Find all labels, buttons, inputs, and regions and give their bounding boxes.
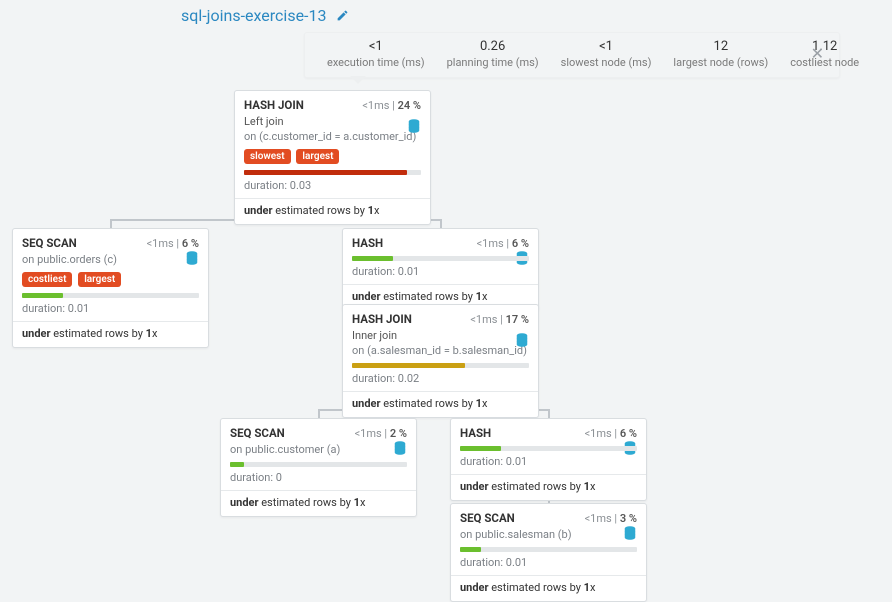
node-stats: <1ms | 6 % bbox=[147, 237, 199, 250]
edit-icon[interactable] bbox=[336, 7, 349, 26]
title-text: sql-joins-exercise-13 bbox=[181, 6, 326, 25]
tag-largest: largest bbox=[296, 149, 339, 164]
node-name: HASH JOIN bbox=[352, 312, 412, 326]
node-hash-join-2[interactable]: HASH JOIN <1ms | 17 % Inner join on (a.s… bbox=[342, 304, 539, 418]
summary-pointer bbox=[350, 76, 366, 84]
node-condition: on (a.salesman_id = b.salesman_id) bbox=[352, 344, 529, 357]
node-stats: <1ms | 17 % bbox=[470, 313, 529, 326]
database-icon[interactable] bbox=[186, 251, 198, 268]
duration-bar bbox=[352, 256, 529, 261]
node-name: HASH bbox=[460, 426, 491, 440]
duration-bar bbox=[244, 170, 421, 175]
node-seq-scan-salesman[interactable]: SEQ SCAN <1ms | 3 % on public.salesman (… bbox=[450, 503, 647, 602]
node-name: SEQ SCAN bbox=[22, 236, 77, 250]
row-estimate: under estimated rows by 1x bbox=[22, 327, 199, 340]
tag-slowest: slowest bbox=[244, 149, 291, 164]
summary-bar: <1 execution time (ms) 0.26 planning tim… bbox=[304, 32, 840, 78]
duration-text: duration: 0.02 bbox=[352, 372, 529, 385]
node-tags: costliest largest bbox=[22, 272, 199, 287]
database-icon[interactable] bbox=[394, 441, 406, 458]
duration-text: duration: 0.01 bbox=[352, 265, 529, 278]
database-icon[interactable] bbox=[624, 526, 636, 543]
metric-plan-time: 0.26 planning time (ms) bbox=[447, 39, 539, 69]
node-stats: <1ms | 3 % bbox=[585, 512, 637, 525]
row-estimate: under estimated rows by 1x bbox=[352, 397, 529, 410]
node-name: SEQ SCAN bbox=[460, 511, 515, 525]
node-stats: <1ms | 6 % bbox=[585, 427, 637, 440]
metric-exec-time: <1 execution time (ms) bbox=[327, 39, 425, 69]
duration-text: duration: 0.03 bbox=[244, 179, 421, 192]
row-estimate: under estimated rows by 1x bbox=[460, 581, 637, 594]
metric-slowest: <1 slowest node (ms) bbox=[561, 39, 652, 69]
node-detail: on public.orders (c) bbox=[22, 253, 199, 266]
node-name: SEQ SCAN bbox=[230, 426, 285, 440]
node-detail: Inner join bbox=[352, 329, 529, 342]
row-estimate: under estimated rows by 1x bbox=[460, 480, 637, 493]
node-stats: <1ms | 2 % bbox=[355, 427, 407, 440]
metric-largest: 12 largest node (rows) bbox=[673, 39, 768, 69]
node-seq-scan-customer[interactable]: SEQ SCAN <1ms | 2 % on public.customer (… bbox=[220, 418, 417, 517]
database-icon[interactable] bbox=[408, 119, 420, 136]
node-detail: on public.customer (a) bbox=[230, 443, 407, 456]
node-tags: slowest largest bbox=[244, 149, 421, 164]
row-estimate: under estimated rows by 1x bbox=[244, 204, 421, 217]
duration-bar bbox=[460, 547, 637, 552]
node-seq-scan-orders[interactable]: SEQ SCAN <1ms | 6 % on public.orders (c)… bbox=[12, 228, 209, 348]
node-detail: Left join bbox=[244, 115, 421, 128]
tag-largest: largest bbox=[78, 272, 121, 287]
tag-costliest: costliest bbox=[22, 272, 72, 287]
duration-text: duration: 0.01 bbox=[460, 556, 637, 569]
node-name: HASH JOIN bbox=[244, 98, 304, 112]
page-title: sql-joins-exercise-13 bbox=[181, 6, 349, 26]
node-stats: <1ms | 24 % bbox=[362, 99, 421, 112]
duration-bar bbox=[230, 462, 407, 467]
database-icon[interactable] bbox=[516, 333, 528, 350]
duration-text: duration: 0.01 bbox=[22, 302, 199, 315]
duration-bar bbox=[460, 446, 637, 451]
node-hash-2[interactable]: HASH <1ms | 6 % duration: 0.01 under est… bbox=[450, 418, 647, 501]
metric-costliest: 1.12 costliest node bbox=[790, 39, 859, 69]
node-hash-1[interactable]: HASH <1ms | 6 % duration: 0.01 under est… bbox=[342, 228, 539, 311]
row-estimate: under estimated rows by 1x bbox=[352, 290, 529, 303]
node-detail: on public.salesman (b) bbox=[460, 528, 637, 541]
close-icon[interactable]: ✕ bbox=[811, 44, 824, 63]
node-stats: <1ms | 6 % bbox=[477, 237, 529, 250]
duration-text: duration: 0.01 bbox=[460, 455, 637, 468]
node-name: HASH bbox=[352, 236, 383, 250]
row-estimate: under estimated rows by 1x bbox=[230, 496, 407, 509]
node-hash-join-1[interactable]: HASH JOIN <1ms | 24 % Left join on (c.cu… bbox=[234, 90, 431, 225]
node-condition: on (c.customer_id = a.customer_id) bbox=[244, 130, 421, 143]
duration-text: duration: 0 bbox=[230, 471, 407, 484]
duration-bar bbox=[352, 363, 529, 368]
duration-bar bbox=[22, 293, 199, 298]
